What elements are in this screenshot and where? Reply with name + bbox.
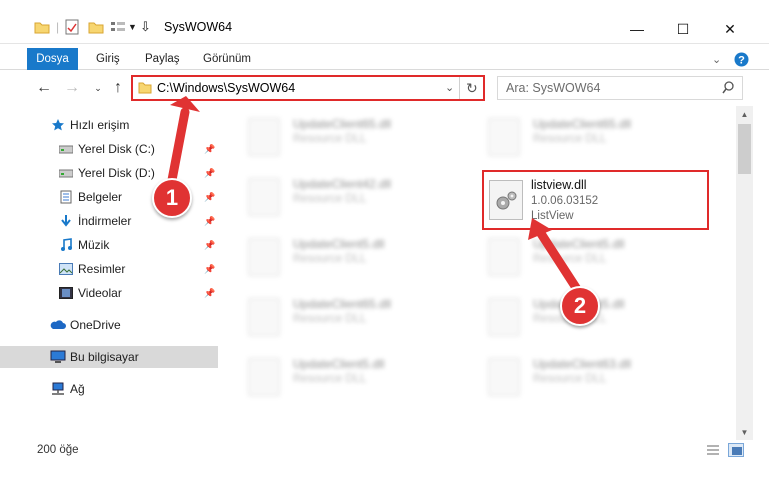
step-callout-2: 2 bbox=[560, 286, 600, 326]
annotation-arrows bbox=[167, 96, 589, 305]
step-callout-1: 1 bbox=[152, 178, 192, 218]
